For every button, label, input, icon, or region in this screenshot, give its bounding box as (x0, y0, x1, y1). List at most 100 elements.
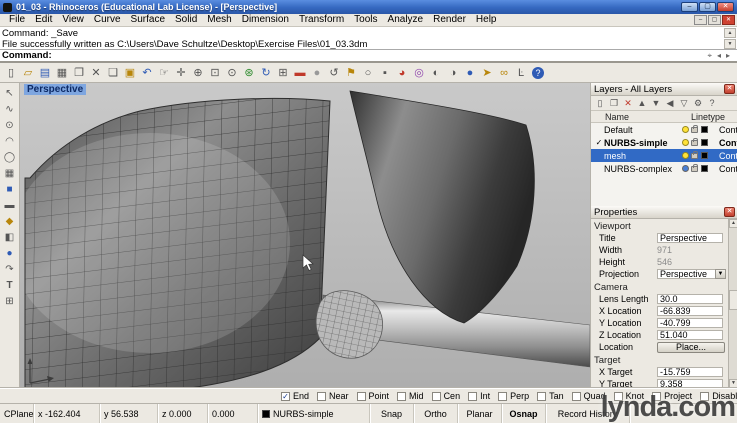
layer-state-icon[interactable]: Ŀ (513, 65, 529, 81)
menu-render[interactable]: Render (428, 14, 471, 26)
viewport-title-label[interactable]: Perspective (24, 84, 86, 95)
checkbox[interactable] (397, 392, 406, 401)
osnap-item-tan[interactable]: Tan (537, 391, 564, 401)
menu-tools[interactable]: Tools (349, 14, 382, 26)
menu-file[interactable]: File (4, 14, 30, 26)
move-icon[interactable]: ✛ (173, 65, 189, 81)
layers-help-icon[interactable]: ? (707, 98, 717, 108)
zoom-in-icon[interactable]: ⊕ (190, 65, 206, 81)
move-layer-down-icon[interactable]: ▼ (651, 98, 661, 108)
checkbox[interactable] (432, 392, 441, 401)
close-button[interactable]: ✕ (717, 2, 734, 12)
properties-panel-titlebar[interactable]: Properties ✕ (591, 206, 737, 219)
arc-icon[interactable]: ◠ (2, 134, 17, 148)
render-globe-icon[interactable]: ● (462, 65, 478, 81)
cylinder-icon[interactable]: ▬ (2, 198, 17, 212)
projection-dropdown-icon[interactable]: ▼ (715, 269, 726, 279)
new-layer-icon[interactable]: ▯ (595, 98, 605, 109)
history-scroll-down-icon[interactable]: ▼ (724, 39, 736, 49)
copy-icon[interactable]: ❏ (105, 65, 121, 81)
layer-color-swatch[interactable] (701, 165, 708, 172)
clipboard-icon[interactable]: ❐ (71, 65, 87, 81)
checkbox[interactable] (317, 392, 326, 401)
mdi-restore-button[interactable]: ▢ (708, 15, 721, 25)
scroll-up-icon[interactable]: ▲ (729, 219, 737, 228)
zoom-extents-icon[interactable]: ⊛ (241, 65, 257, 81)
pointer-flag-icon[interactable]: ➤ (479, 65, 495, 81)
save-icon[interactable]: ▤ (37, 65, 53, 81)
command-prompt[interactable]: Command: ⌖ ◂ ▸ (0, 50, 737, 63)
curve-icon[interactable]: ∿ (2, 102, 17, 116)
menu-mesh[interactable]: Mesh (202, 14, 236, 26)
drop-point-icon[interactable]: ● (2, 246, 17, 260)
x-target-field[interactable]: -15.759 (657, 367, 723, 377)
select-arrow-icon[interactable]: ↖ (2, 86, 17, 100)
lock-tool-icon[interactable]: ▪ (377, 65, 393, 81)
checkbox[interactable] (537, 392, 546, 401)
viewport-layout-icon[interactable]: ⊞ (275, 65, 291, 81)
menu-transform[interactable]: Transform (294, 14, 349, 26)
undo-icon[interactable]: ↶ (139, 65, 155, 81)
delete-layer-icon[interactable]: ✕ (623, 98, 633, 109)
new-file-icon[interactable]: ▯ (3, 65, 19, 81)
projection-select[interactable]: Perspective (657, 269, 716, 279)
layer-linetype[interactable]: Continuous (719, 151, 737, 161)
solid-tools-icon[interactable]: ◧ (2, 230, 17, 244)
properties-close-icon[interactable]: ✕ (724, 207, 735, 217)
menu-help[interactable]: Help (471, 14, 502, 26)
box-icon[interactable]: ■ (2, 182, 17, 196)
layer-row-nurbs-complex[interactable]: NURBS-complex Continuous (591, 162, 737, 175)
layers-linetype-column-header[interactable]: Linetype (691, 112, 725, 122)
binoculars-icon[interactable]: ∞ (496, 65, 512, 81)
lamp-tool-icon[interactable]: ○ (360, 65, 376, 81)
next-command-icon[interactable]: ▸ (726, 51, 730, 61)
zoom-dynamic-icon[interactable]: ⊙ (224, 65, 240, 81)
layer-linetype[interactable]: Continuous (719, 164, 737, 174)
perspective-viewport[interactable]: Perspective (20, 83, 590, 388)
mdi-minimize-button[interactable]: – (694, 15, 707, 25)
properties-scrollbar[interactable]: ▲ ▼ (728, 219, 737, 388)
minimize-button[interactable]: – (681, 2, 698, 12)
z-location-field[interactable]: 51.040 (657, 330, 723, 340)
menu-edit[interactable]: Edit (30, 14, 57, 26)
mdi-close-button[interactable]: ✕ (722, 15, 735, 25)
planar-toggle[interactable]: Planar (458, 404, 502, 423)
command-history[interactable]: Command: _Save File successfully written… (0, 27, 737, 50)
x-location-field[interactable]: -66.839 (657, 306, 723, 316)
layer-color-swatch[interactable] (701, 152, 708, 159)
scroll-down-icon[interactable]: ▼ (729, 379, 737, 388)
layer-linetype[interactable]: Continuous (719, 125, 737, 135)
layer-lock-icon[interactable] (691, 140, 698, 146)
y-target-field[interactable]: 9.358 (657, 379, 723, 388)
print-icon[interactable]: ▦ (54, 65, 70, 81)
checkbox[interactable] (498, 392, 507, 401)
layers-name-column-header[interactable]: Name (605, 112, 691, 122)
paste-icon[interactable]: ▣ (122, 65, 138, 81)
move-layer-up-icon[interactable]: ▲ (637, 98, 647, 108)
layer-color-swatch[interactable] (701, 126, 708, 133)
layer-lock-icon[interactable] (691, 127, 698, 133)
y-location-field[interactable]: -40.799 (657, 318, 723, 328)
copy-layer-icon[interactable]: ❐ (609, 98, 619, 109)
rotate-view-icon[interactable]: ↻ (258, 65, 274, 81)
display-mode-b-icon[interactable]: ◑ (445, 65, 461, 81)
ellipse-icon[interactable]: ◯ (2, 150, 17, 164)
color-wheel-icon[interactable]: ◎ (411, 65, 427, 81)
cplane-cell[interactable]: CPlane (0, 404, 34, 423)
checkbox[interactable] (281, 392, 290, 401)
layers-close-icon[interactable]: ✕ (724, 84, 735, 94)
fillet-icon[interactable]: ↷ (2, 262, 17, 276)
layer-name[interactable]: NURBS-simple (604, 138, 682, 148)
render-sphere-icon[interactable]: ◕ (394, 65, 410, 81)
layer-row-default[interactable]: Default Continuous (591, 123, 737, 136)
history-scroll-up-icon[interactable]: ▲ (724, 28, 736, 38)
osnap-item-int[interactable]: Int (468, 391, 490, 401)
layer-on-bulb-icon[interactable] (682, 126, 689, 133)
layers-panel-titlebar[interactable]: Layers - All Layers ✕ (591, 83, 737, 96)
lens-length-field[interactable]: 30.0 (657, 294, 723, 304)
osnap-item-end[interactable]: End (281, 391, 309, 401)
extrude-icon[interactable]: ◆ (2, 214, 17, 228)
layer-lock-icon[interactable] (691, 166, 698, 172)
dock-icon[interactable]: ⌖ (707, 51, 712, 61)
place-button[interactable]: Place... (657, 342, 725, 353)
